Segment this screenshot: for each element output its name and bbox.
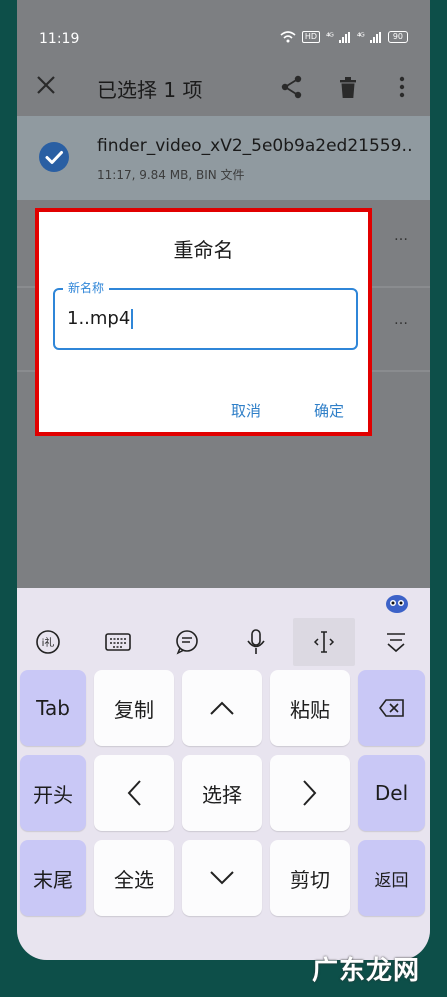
signal-icon-1: ⁴ᴳ xyxy=(326,31,334,43)
file-list-item[interactable]: finder_video_xV2_5e0b9a2ed21559… 11:17, … xyxy=(17,116,430,200)
signal-icon-2: ⁴ᴳ xyxy=(356,31,365,43)
key-left[interactable] xyxy=(94,755,174,831)
selection-app-bar: 已选择 1 项 xyxy=(17,60,430,116)
soft-keyboard: i礼 Tab 复制 粘贴 开头 选择 Del 末尾 全选 剪切 返回 xyxy=(17,588,430,960)
status-icons: HD ⁴ᴳ ⁴ᴳ 90 xyxy=(280,31,408,43)
field-value-wrap: 1..mp4 xyxy=(67,308,134,329)
trash-icon[interactable] xyxy=(335,74,361,100)
file-name: finder_video_xV2_5e0b9a2ed21559… xyxy=(97,136,412,156)
ime-icon[interactable]: i礼 xyxy=(17,618,79,666)
key-paste[interactable]: 粘贴 xyxy=(270,670,350,746)
ellipsis-icon-2: … xyxy=(394,312,408,328)
chevron-up-icon xyxy=(210,701,234,715)
selection-title: 已选择 1 项 xyxy=(97,78,203,102)
key-del[interactable]: Del xyxy=(358,755,425,831)
close-icon[interactable] xyxy=(35,72,57,98)
chevron-right-icon xyxy=(303,780,317,806)
key-cut[interactable]: 剪切 xyxy=(270,840,350,916)
battery-icon: 90 xyxy=(387,31,408,43)
key-select-all[interactable]: 全选 xyxy=(94,840,174,916)
backspace-icon xyxy=(378,699,404,717)
key-right[interactable] xyxy=(270,755,350,831)
text-cursor-icon[interactable] xyxy=(293,618,355,666)
status-time: 11:19 xyxy=(39,31,80,47)
chat-icon[interactable] xyxy=(156,618,218,666)
ellipsis-icon: … xyxy=(394,228,408,244)
key-up[interactable] xyxy=(182,670,262,746)
keyboard-mascot-icon[interactable] xyxy=(385,592,409,614)
new-name-input[interactable]: 新名称 1..mp4 xyxy=(53,279,358,350)
key-home[interactable]: 开头 xyxy=(20,755,86,831)
share-icon[interactable] xyxy=(279,74,305,100)
wifi-icon xyxy=(280,31,296,43)
dialog-title: 重命名 xyxy=(173,238,234,262)
key-return[interactable]: 返回 xyxy=(358,840,425,916)
collapse-icon[interactable] xyxy=(365,618,427,666)
key-down[interactable] xyxy=(182,840,262,916)
keyboard-toolbar: i礼 xyxy=(17,618,430,666)
signal-bars-icon-2 xyxy=(369,31,381,43)
microphone-icon[interactable] xyxy=(225,618,287,666)
watermark: 广东龙网 xyxy=(312,956,421,986)
checkmark-icon xyxy=(45,151,63,164)
svg-text:i礼: i礼 xyxy=(42,636,55,649)
signal-bars-icon xyxy=(338,31,350,43)
checkbox-checked[interactable] xyxy=(39,142,69,172)
key-tab[interactable]: Tab xyxy=(20,670,86,746)
chevron-left-icon xyxy=(127,780,141,806)
text-caret xyxy=(131,309,134,329)
file-meta: 11:17, 9.84 MB, BIN 文件 xyxy=(97,168,245,182)
key-end[interactable]: 末尾 xyxy=(20,840,86,916)
rename-dialog: 重命名 新名称 1..mp4 取消 确定 xyxy=(35,208,372,436)
key-select[interactable]: 选择 xyxy=(182,755,262,831)
chevron-down-icon xyxy=(210,871,234,885)
key-backspace[interactable] xyxy=(358,670,425,746)
cancel-button[interactable]: 取消 xyxy=(231,400,261,421)
confirm-button[interactable]: 确定 xyxy=(314,400,344,421)
field-label: 新名称 xyxy=(63,279,110,296)
field-value: 1..mp4 xyxy=(67,308,131,329)
more-vertical-icon[interactable] xyxy=(389,74,415,100)
keyboard-icon[interactable] xyxy=(87,618,149,666)
hd-badge: HD xyxy=(301,31,321,43)
phone-screen: 11:19 HD ⁴ᴳ ⁴ᴳ 90 已选择 1 项 finder_video_x… xyxy=(17,0,430,960)
key-copy[interactable]: 复制 xyxy=(94,670,174,746)
status-bar: 11:19 HD ⁴ᴳ ⁴ᴳ 90 xyxy=(17,0,430,60)
